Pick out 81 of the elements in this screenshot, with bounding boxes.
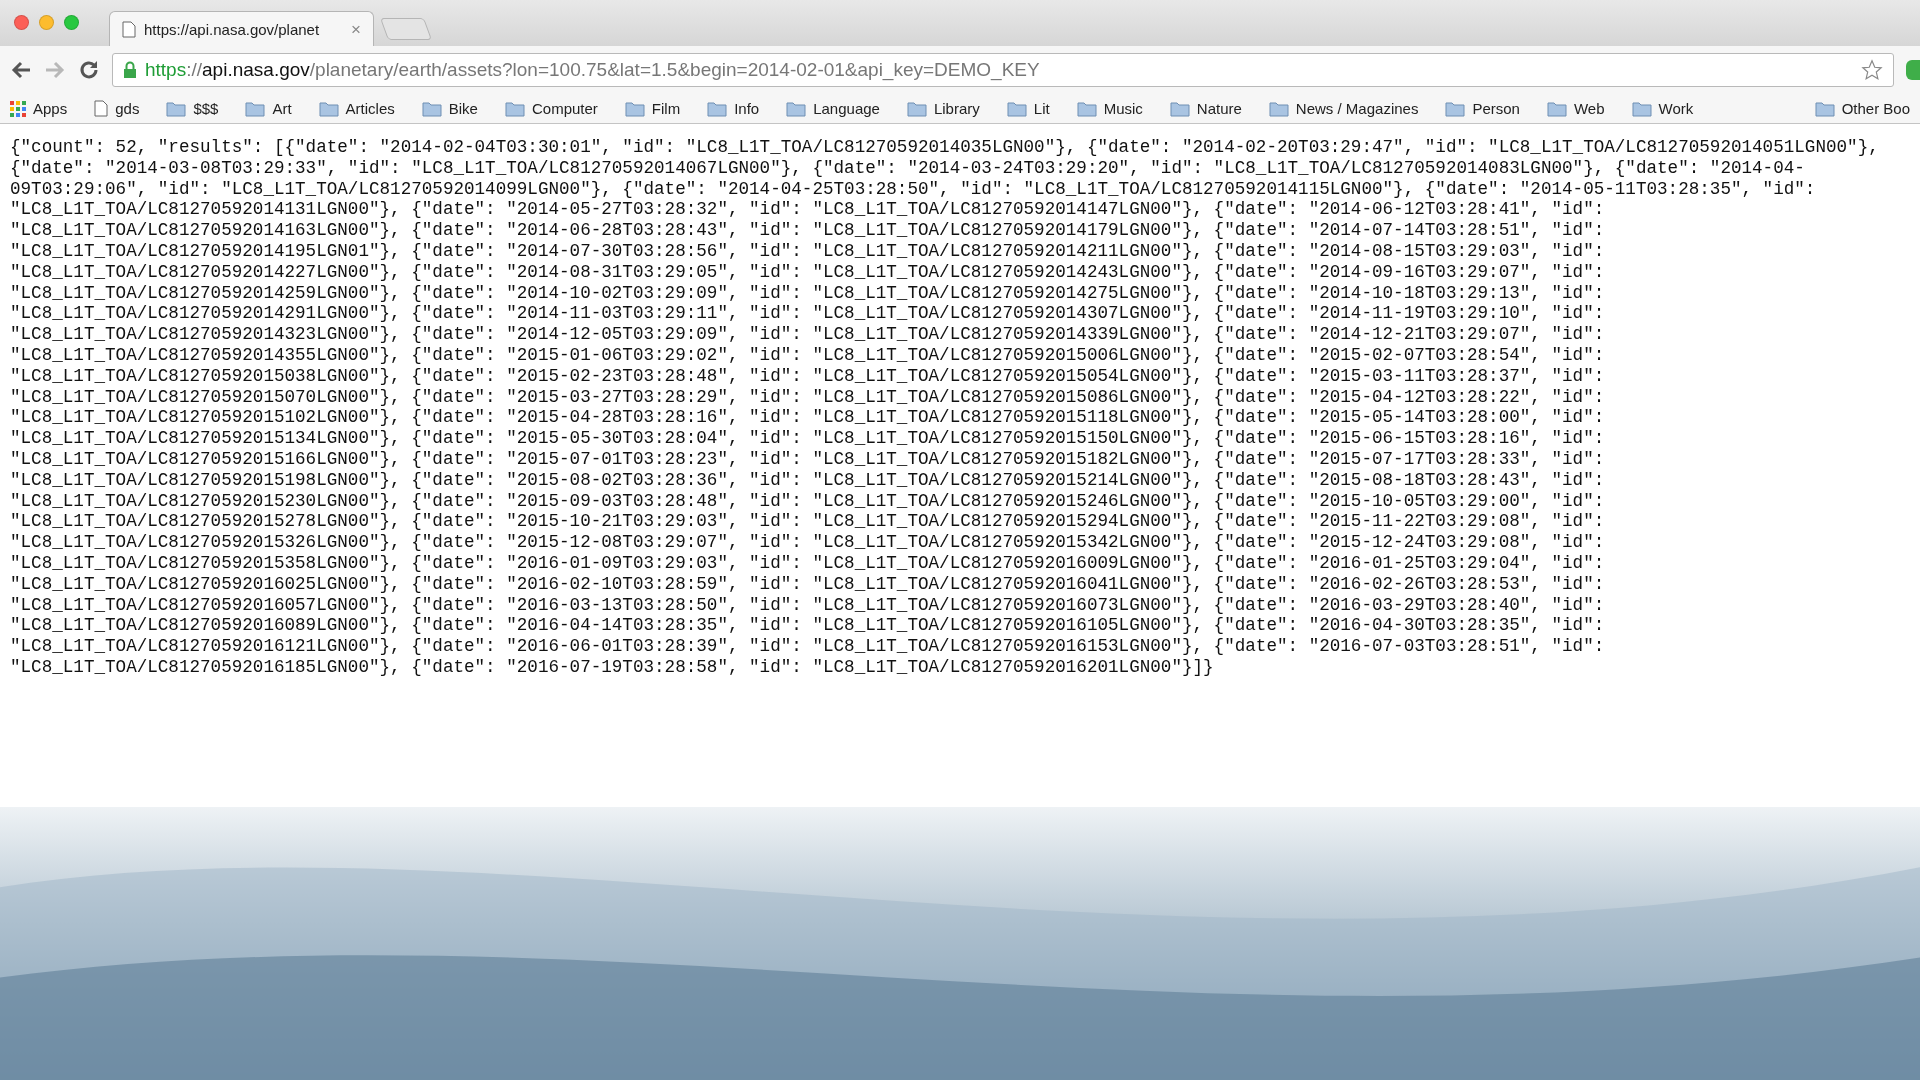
json-text-line: "LC8_L1T_TOA/LC81270592016121LGN00"}, {"date": "2016-06-01T03:28:39", "id": "LC8_L1T_TOA/LC81270592016153LGN00"}, {"date": "2016-07-03T03:28:51", "id": xyxy=(10,636,1606,657)
json-text-line: "LC8_L1T_TOA/LC81270592016089LGN00"}, {"date": "2016-04-14T03:28:35", "id": "LC8_L1T_TOA/LC81270592016105LGN00"}, {"date": "2016-04-30T03:28:35", "id": xyxy=(10,615,1606,637)
folder-icon xyxy=(166,100,187,117)
json-text-line: "LC8_L1T_TOA/LC81270592015134LGN00"}, {"date": "2015-05-30T03:28:04", "id": "LC8_L1T_TOA/LC81270592015150LGN00"}, {"date": "2015-06-15T03:28:16", "id": xyxy=(10,428,1606,449)
bookmark-link[interactable]: Language xyxy=(786,100,880,117)
folder-icon xyxy=(786,100,807,117)
json-text-line: "LC8_L1T_TOA/LC81270592015102LGN00"}, {"date": "2015-04-28T03:28:16", "id": "LC8_L1T_TOA/LC81270592015118LGN00"}, {"date": "2015-05-14T03:28:00", "id": xyxy=(10,407,1606,429)
folder-icon xyxy=(1631,100,1652,117)
json-text-line: "LC8_L1T_TOA/LC81270592014355LGN00"}, {"date": "2015-01-06T03:29:02", "id": "LC8_L1T_TOA/LC81270592015006LGN00"}, {"date": "2015-02-07T03:28:54", "id": xyxy=(10,344,1606,366)
bookmark-link[interactable]: Art xyxy=(245,100,292,117)
folder-icon xyxy=(1546,100,1567,117)
bookmark-link[interactable]: Film xyxy=(624,100,681,117)
folder-icon xyxy=(245,100,266,117)
extension-icon[interactable] xyxy=(1906,60,1920,80)
folder-icon xyxy=(1268,100,1289,117)
bookmark-link[interactable]: Work xyxy=(1631,100,1694,117)
json-text-line: {"count": 52, "results": [{"date": "2014-02-04T03:30:01", "id": "LC8_L1T_TOA/LC81270592014035LGN00"}, {"date": "2014-02-20T03:29:47", "id": "LC8_L1T_TOA/LC81270592014051LGN00"}, xyxy=(10,137,1880,158)
json-text-line: "LC8_L1T_TOA/LC81270592014259LGN00"}, {"date": "2014-10-02T03:29:09", "id": "LC8_L1T_TOA/LC81270592014275LGN00"}, {"date": "2014-10-18T03:29:13", "id": xyxy=(10,282,1606,304)
json-text-line: "LC8_L1T_TOA/LC81270592015230LGN00"}, {"date": "2015-09-03T03:28:48", "id": "LC8_L1T_TOA/LC81270592015246LGN00"}, {"date": "2015-10-05T03:29:00", "id": xyxy=(10,490,1606,512)
back-button[interactable] xyxy=(10,60,32,80)
json-text-line: "LC8_L1T_TOA/LC81270592015198LGN00"}, {"date": "2015-08-02T03:28:36", "id": "LC8_L1T_TOA/LC81270592015214LGN00"}, {"date": "2015-08-18T03:28:43", "id": xyxy=(10,469,1606,491)
bookmark-link[interactable]: Web xyxy=(1546,100,1605,117)
forward-arrow-icon xyxy=(44,60,66,80)
json-text-line: "LC8_L1T_TOA/LC81270592015166LGN00"}, {"date": "2015-07-01T03:28:23", "id": "LC8_L1T_TOA/LC81270592015182LGN00"}, {"date": "2015-07-17T03:28:33", "id": xyxy=(10,448,1606,470)
json-text-line: "LC8_L1T_TOA/LC81270592016185LGN00"}, {"date": "2016-07-19T03:28:58", "id": "LC8_L1T_TOA/LC81270592016201LGN00"}]} xyxy=(10,656,1215,678)
folder-icon xyxy=(624,100,645,117)
apps-grid-icon xyxy=(10,100,26,117)
page-icon xyxy=(122,21,136,38)
bookmark-link[interactable]: Articles xyxy=(318,100,395,117)
zoom-window-button[interactable] xyxy=(64,14,79,30)
json-text-line: "LC8_L1T_TOA/LC81270592016025LGN00"}, {"date": "2016-02-10T03:28:59", "id": "LC8_L1T_TOA/LC81270592016041LGN00"}, {"date": "2016-02-26T03:28:53", "id": xyxy=(10,573,1606,595)
json-text-line: "LC8_L1T_TOA/LC81270592014227LGN00"}, {"date": "2014-08-31T03:29:05", "id": "LC8_L1T_TOA/LC81270592014243LGN00"}, {"date": "2014-09-16T03:29:07", "id": xyxy=(10,261,1606,283)
star-icon[interactable] xyxy=(1861,59,1883,81)
folder-icon xyxy=(421,100,442,117)
bookmark-link[interactable]: Nature xyxy=(1169,100,1242,117)
forward-button[interactable] xyxy=(44,60,66,80)
address-field[interactable]: https://api.nasa.gov/planetary/earth/assets?lon=100.75&lat=1.5&begin=2014-02-01&api_key=DEMO_KEY xyxy=(112,53,1894,87)
tab-title: https://api.nasa.gov/planet xyxy=(144,21,321,38)
folder-icon xyxy=(906,100,927,117)
folder-icon xyxy=(1169,100,1190,117)
folder-icon xyxy=(1814,100,1835,117)
json-text-line: "LC8_L1T_TOA/LC81270592016057LGN00"}, {"date": "2016-03-13T03:28:50", "id": "LC8_L1T_TOA/LC81270592016073LGN00"}, {"date": "2016-03-29T03:28:40", "id": xyxy=(10,594,1606,616)
minimize-window-button[interactable] xyxy=(39,14,54,30)
json-text-line: "LC8_L1T_TOA/LC81270592015358LGN00"}, {"date": "2016-01-09T03:29:03", "id": "LC8_L1T_TOA/LC81270592016009LGN00"}, {"date": "2016-01-25T03:29:04", "id": xyxy=(10,552,1606,574)
bookmark-link[interactable]: Computer xyxy=(504,100,598,117)
json-text-line: "LC8_L1T_TOA/LC81270592015038LGN00"}, {"date": "2015-02-23T03:28:48", "id": "LC8_L1T_TOA/LC81270592015054LGN00"}, {"date": "2015-03-11T03:28:37", "id": xyxy=(10,365,1606,387)
folder-icon xyxy=(1006,100,1027,117)
folder-icon xyxy=(1076,100,1097,117)
bookmark-link[interactable]: Bike xyxy=(421,100,478,117)
json-text-line: "LC8_L1T_TOA/LC81270592014195LGN01"}, {"date": "2014-07-30T03:28:56", "id": "LC8_L1T_TOA/LC81270592014211LGN00"}, {"date": "2014-08-15T03:29:03", "id": xyxy=(10,241,1606,262)
lock-icon xyxy=(123,61,137,79)
new-tab-button[interactable] xyxy=(380,18,432,40)
json-text-line: 09T03:29:06", "id": "LC8_L1T_TOA/LC81270592014099LGN00"}, {"date": "2014-04-25T03:28:50", "id": "LC8_L1T_TOA/LC81270592014115LGN00"}, {"date": "2014-05-11T03:28:35", "id": xyxy=(10,178,1817,200)
bookmark-link[interactable]: Person xyxy=(1445,100,1520,117)
json-text-line: "LC8_L1T_TOA/LC81270592014131LGN00"}, {"date": "2014-05-27T03:28:32", "id": "LC8_L1T_TOA/LC81270592014147LGN00"}, {"date": "2014-06-12T03:28:41", "id": xyxy=(10,199,1606,221)
bookmark-link[interactable]: Lit xyxy=(1006,100,1050,117)
json-text-line: "LC8_L1T_TOA/LC81270592015070LGN00"}, {"date": "2015-03-27T03:28:29", "id": "LC8_L1T_TOA/LC81270592015086LGN00"}, {"date": "2015-04-12T03:28:22", "id": xyxy=(10,386,1606,408)
json-text-line: {"date": "2014-03-08T03:29:33", "id": "LC8_L1T_TOA/LC81270592014067LGN00"}, {"date": "2014-03-24T03:29:20", "id": "LC8_L1T_TOA/LC81270592014083LGN00"}, {"date": "2014-04- xyxy=(10,157,1806,179)
json-text-line: "LC8_L1T_TOA/LC81270592015326LGN00"}, {"date": "2015-12-08T03:29:07", "id": "LC8_L1T_TOA/LC81270592015342LGN00"}, {"date": "2015-12-24T03:29:08", "id": xyxy=(10,532,1606,553)
bookmark-link[interactable]: Library xyxy=(906,100,980,117)
bookmark-link[interactable]: Apps xyxy=(10,100,68,117)
reload-button[interactable] xyxy=(78,59,100,81)
folder-icon xyxy=(318,100,339,117)
bookmark-link[interactable]: Info xyxy=(707,100,760,117)
folder-icon xyxy=(504,100,525,117)
bookmark-link[interactable]: Music xyxy=(1076,100,1143,117)
reload-icon xyxy=(78,59,100,81)
browser-tab[interactable]: https://api.nasa.gov/planet × xyxy=(109,11,374,47)
json-text-line: "LC8_L1T_TOA/LC81270592014291LGN00"}, {"date": "2014-11-03T03:29:11", "id": "LC8_L1T_TOA/LC81270592014307LGN00"}, {"date": "2014-11-19T03:29:10", "id": xyxy=(10,303,1606,325)
other-bookmarks-link[interactable]: Other Boo xyxy=(1814,100,1910,117)
folder-icon xyxy=(1445,100,1466,117)
json-text-line: "LC8_L1T_TOA/LC81270592014323LGN00"}, {"date": "2014-12-05T03:29:09", "id": "LC8_L1T_TOA/LC81270592014339LGN00"}, {"date": "2014-12-21T03:29:07", "id": xyxy=(10,324,1606,345)
close-window-button[interactable] xyxy=(14,14,29,30)
bookmark-link[interactable]: gds xyxy=(94,100,140,117)
back-arrow-icon xyxy=(10,60,32,80)
bookmark-link[interactable]: $$$ xyxy=(166,100,219,117)
json-text-line: "LC8_L1T_TOA/LC81270592015278LGN00"}, {"date": "2015-10-21T03:29:03", "id": "LC8_L1T_TOA/LC81270592015294LGN00"}, {"date": "2015-11-22T03:29:08", "id": xyxy=(10,511,1606,533)
page-icon xyxy=(94,100,109,117)
bookmark-link[interactable]: News / Magazines xyxy=(1268,100,1419,117)
json-text-line: "LC8_L1T_TOA/LC81270592014163LGN00"}, {"date": "2014-06-28T03:28:43", "id": "LC8_L1T_TOA/LC81270592014179LGN00"}, {"date": "2014-07-14T03:28:51", "id": xyxy=(10,220,1606,241)
folder-icon xyxy=(707,100,728,117)
